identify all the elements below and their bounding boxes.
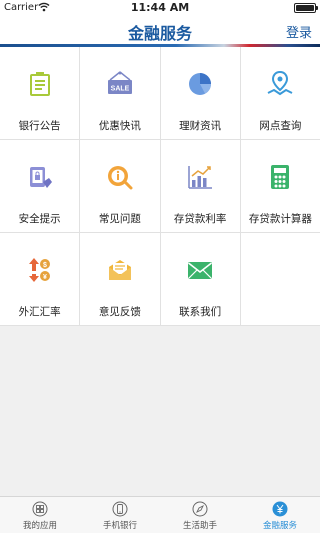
status-time: 11:44 AM	[130, 1, 190, 14]
grid-empty-cell	[240, 233, 320, 325]
svg-text:¥: ¥	[43, 274, 47, 281]
tab-label: 金融服务	[262, 521, 297, 531]
info-question-icon	[105, 162, 135, 192]
feedback-envelope-icon	[105, 255, 135, 285]
grid-item-label: 安全提示	[18, 213, 61, 225]
grid-item-feedback[interactable]: 意见反馈	[80, 233, 160, 325]
currency-exchange-icon: $ ¥	[25, 255, 55, 285]
svg-text:SALE: SALE	[111, 86, 130, 93]
grid-item-loan-calculator[interactable]: 存贷款计算器	[240, 140, 320, 232]
status-bar: Carrier 11:44 AM	[0, 0, 320, 16]
sale-tag-icon: SALE	[105, 69, 135, 99]
yuan-coin-icon	[272, 501, 288, 517]
login-button[interactable]: 登录	[286, 22, 312, 41]
grid-item-exchange-rates[interactable]: $ ¥ 外汇汇率	[0, 233, 80, 325]
mobile-bank-icon	[112, 501, 128, 517]
map-pin-icon	[265, 69, 295, 99]
grid-item-label: 优惠快讯	[98, 120, 141, 132]
grid-item-label: 银行公告	[18, 120, 61, 132]
grid-item-label: 网点查询	[259, 120, 302, 132]
tab-financial-services[interactable]: 金融服务	[240, 497, 320, 533]
grid-item-branch-search[interactable]: 网点查询	[240, 47, 320, 139]
grid-item-faq[interactable]: 常见问题	[80, 140, 160, 232]
calculator-icon	[265, 162, 295, 192]
service-grid: 银行公告 SALE 优惠快讯 理财资讯 网点查询 安全提示 常见问题 存贷款利率…	[0, 47, 320, 326]
bar-chart-icon	[185, 162, 215, 192]
compass-icon	[192, 501, 208, 517]
tab-label: 我的应用	[22, 521, 57, 531]
page-title: 金融服务	[127, 24, 192, 43]
tab-bar: 我的应用 手机银行 生活助手 金融服务	[0, 496, 320, 533]
grid-item-wealth-news[interactable]: 理财资讯	[160, 47, 240, 139]
grid-item-label: 意见反馈	[98, 306, 141, 318]
grid-item-label: 联系我们	[179, 306, 222, 318]
security-tablet-icon	[25, 162, 55, 192]
nav-bar: 金融服务 登录	[0, 16, 320, 44]
tab-mobile-banking[interactable]: 手机银行	[80, 497, 160, 533]
grid-item-label: 外汇汇率	[18, 306, 61, 318]
notice-board-icon	[25, 69, 55, 99]
pie-chart-icon	[185, 69, 215, 99]
tab-my-apps[interactable]: 我的应用	[0, 497, 80, 533]
grid-item-label: 理财资讯	[179, 120, 222, 132]
grid-item-label: 存贷款利率	[173, 213, 227, 225]
grid-item-label: 存贷款计算器	[248, 213, 312, 225]
grid-item-promotions[interactable]: SALE 优惠快讯	[80, 47, 160, 139]
svg-text:$: $	[43, 262, 47, 269]
grid-item-interest-rates[interactable]: 存贷款利率	[160, 140, 240, 232]
grid-item-security-tips[interactable]: 安全提示	[0, 140, 80, 232]
battery-icon	[294, 3, 318, 13]
grid-item-contact-us[interactable]: 联系我们	[160, 233, 240, 325]
contact-mail-icon	[185, 255, 215, 285]
grid-item-bank-notice[interactable]: 银行公告	[0, 47, 80, 139]
tab-label: 手机银行	[102, 521, 137, 531]
grid-item-label: 常见问题	[98, 213, 141, 225]
apps-grid-icon	[32, 501, 48, 517]
tab-label: 生活助手	[182, 521, 217, 531]
tab-life-assistant[interactable]: 生活助手	[160, 497, 240, 533]
